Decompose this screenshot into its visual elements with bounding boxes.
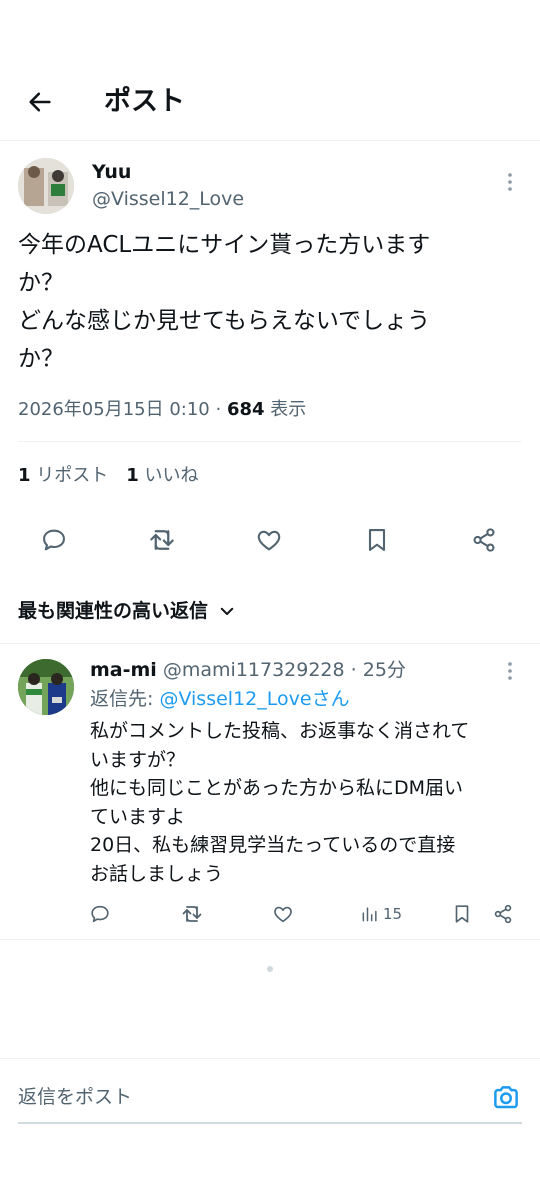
post-text-line: か？ [18, 270, 64, 296]
header-divider [0, 140, 540, 141]
sort-divider [0, 643, 540, 644]
page-title: ポスト [104, 86, 185, 117]
reply-text: 私がコメントした投稿、お返事なく消されて いますが？ 他にも同じことがあった方か… [90, 717, 469, 888]
chevron-down-icon [220, 607, 234, 615]
reply-icon [91, 905, 109, 923]
reply-sort-label: 最も関連性の高い返信 [18, 600, 209, 622]
reply-bookmark-button[interactable] [451, 899, 473, 929]
reply-to: 返信先: @Vissel12_Loveさん [90, 686, 350, 712]
reply-text-line: 20日、私も練習見学当たっているので直接 [90, 834, 456, 856]
post-text-line: か？ [18, 346, 64, 372]
post-timestamp[interactable]: 2026年05月15日 0:10 [18, 399, 210, 420]
reply-views-button[interactable]: 15 [360, 899, 402, 929]
reply-icon [43, 529, 65, 551]
post-text: 今年のACLユニにサイン貰った方います か？ どんな感じか見せてもらえないでしょ… [18, 226, 522, 378]
composer-divider [0, 1058, 540, 1059]
more-icon [508, 173, 512, 191]
reply-views-count: 15 [383, 905, 403, 923]
likes-stat[interactable]: 1 いいね [126, 465, 198, 486]
like-icon [257, 530, 281, 551]
bookmark-button[interactable] [359, 522, 395, 558]
post-text-line: 今年のACLユニにサイン貰った方います [18, 232, 431, 258]
views-count: 684 [226, 399, 265, 420]
reply-reply-button[interactable] [89, 899, 111, 929]
reply-time[interactable]: 25分 [363, 659, 406, 681]
back-arrow-icon [29, 92, 51, 112]
reply-author-name[interactable]: ma-mi [90, 659, 157, 681]
reply-more-button[interactable] [498, 659, 522, 683]
camera-button[interactable] [488, 1079, 524, 1115]
reply-composer-input[interactable] [18, 1080, 468, 1114]
loading-indicator [267, 966, 273, 972]
reply-to-handle[interactable]: @Vissel12_Loveさん [159, 688, 349, 710]
composer-underline [18, 1122, 522, 1124]
post-meta: 2026年05月15日 0:10 · 684 表示 [18, 397, 306, 423]
reply-to-prefix: 返信先: [90, 688, 160, 710]
like-icon [274, 906, 292, 923]
author-avatar[interactable] [18, 158, 74, 214]
repost-icon [182, 906, 202, 922]
reply-text-line: ていますよ [90, 805, 186, 828]
share-icon [473, 528, 495, 552]
reposts-stat[interactable]: 1 リポスト [18, 465, 108, 486]
back-button[interactable] [22, 84, 58, 120]
reply-like-button[interactable] [272, 899, 294, 929]
bookmark-icon [368, 529, 386, 551]
reply-share-button[interactable] [492, 899, 514, 929]
reply-text-line: いますが？ [90, 748, 186, 771]
reposts-count: 1 [18, 465, 31, 486]
repost-icon [150, 530, 174, 550]
likes-count: 1 [126, 465, 139, 486]
reply-separator: · [344, 659, 363, 681]
reply-author-handle[interactable]: @mami117329228 [163, 659, 345, 681]
reply-divider [0, 939, 540, 940]
reply-text-line: お話しましょう [90, 862, 224, 885]
post-text-line: どんな感じか見せてもらえないでしょう [18, 308, 431, 334]
share-button[interactable] [466, 522, 502, 558]
more-icon [508, 662, 512, 680]
repost-button[interactable] [144, 522, 180, 558]
reply-repost-button[interactable] [180, 899, 204, 929]
meta-divider [18, 441, 522, 442]
author-name[interactable]: Yuu [92, 160, 131, 184]
reposts-label: リポスト [30, 465, 109, 486]
reply-text-line: 他にも同じことがあった方から私にDM届い [90, 777, 464, 799]
camera-icon [494, 1086, 518, 1109]
likes-label: いいね [138, 465, 199, 486]
reply-header: ma-mi @mami117329228 · 25分 [90, 657, 406, 683]
reply-button[interactable] [36, 522, 72, 558]
reply-sort-dropdown[interactable]: 最も関連性の高い返信 [18, 597, 236, 625]
engagement-stats: 1 リポスト 1 いいね [18, 462, 199, 490]
meta-separator: · [209, 399, 227, 420]
like-button[interactable] [251, 522, 287, 558]
views-label: 表示 [264, 399, 307, 420]
reply-text-line: 私がコメントした投稿、お返事なく消されて [90, 720, 470, 742]
reply-author-avatar[interactable] [18, 659, 74, 715]
share-icon [494, 904, 512, 924]
views-icon [362, 907, 377, 922]
post-more-button[interactable] [498, 170, 522, 194]
author-handle[interactable]: @Vissel12_Love [92, 187, 244, 211]
bookmark-icon [455, 905, 469, 923]
